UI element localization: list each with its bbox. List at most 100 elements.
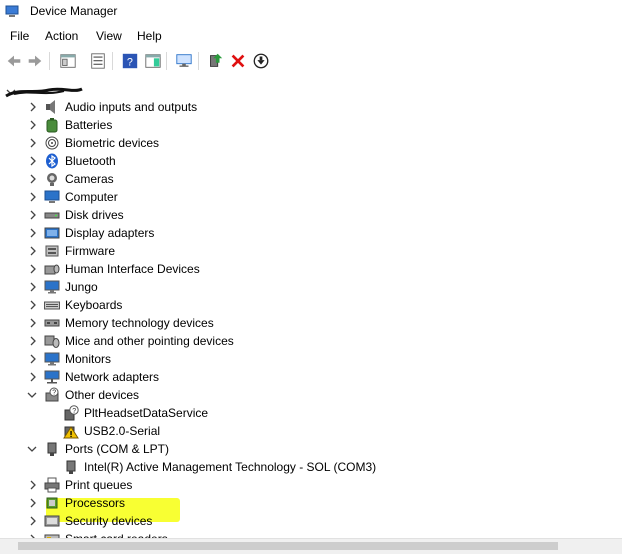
back-icon[interactable] <box>4 51 24 71</box>
computer-icon <box>44 189 60 205</box>
chevron-right-icon[interactable] <box>28 155 38 167</box>
chevron-right-icon[interactable] <box>28 209 38 221</box>
device-manager-icon <box>5 5 19 17</box>
menu-file[interactable]: File <box>10 29 29 43</box>
chevron-right-icon[interactable] <box>28 245 38 257</box>
forward-icon[interactable] <box>25 51 45 71</box>
device-tree[interactable]: Audio inputs and outputs Batteries Biometr… <box>0 78 622 546</box>
chevron-right-icon[interactable] <box>28 497 38 509</box>
menu-view[interactable]: View <box>96 29 122 43</box>
tree-category[interactable]: Cameras <box>0 170 560 188</box>
tree-label: Monitors <box>65 352 112 366</box>
speaker-icon <box>44 99 60 115</box>
keyboard-icon <box>44 297 60 313</box>
tree-category[interactable]: Jungo <box>0 278 560 296</box>
tree-label: Mice and other pointing devices <box>65 334 234 348</box>
help-icon[interactable]: ? <box>120 51 140 71</box>
tree-category[interactable]: Human Interface Devices <box>0 260 560 278</box>
svg-text:?: ? <box>127 57 133 69</box>
chevron-right-icon[interactable] <box>28 263 38 275</box>
chevron-right-icon[interactable] <box>28 191 38 203</box>
firmware-icon <box>44 243 60 259</box>
toolbar-separator <box>198 52 199 70</box>
scrollbar-thumb[interactable] <box>18 542 558 550</box>
tree-label: Keyboards <box>65 298 123 312</box>
chevron-right-icon[interactable] <box>28 281 38 293</box>
tree-category[interactable]: Network adapters <box>0 368 560 386</box>
tree-label: Network adapters <box>65 370 160 384</box>
tree-category[interactable]: Ports (COM & LPT) <box>0 440 560 458</box>
other-devices-icon: ? <box>44 387 60 403</box>
tree-category[interactable]: ? Other devices <box>0 386 560 404</box>
tree-category[interactable]: Batteries <box>0 116 560 134</box>
tree-label: Batteries <box>65 118 113 132</box>
chevron-down-icon[interactable] <box>27 443 37 455</box>
chevron-right-icon[interactable] <box>28 173 38 185</box>
camera-icon <box>44 171 60 187</box>
tree-category[interactable]: Keyboards <box>0 296 560 314</box>
tree-label: Human Interface Devices <box>65 262 200 276</box>
menu-action[interactable]: Action <box>45 29 78 43</box>
chevron-down-icon[interactable] <box>27 389 37 401</box>
tree-category[interactable]: Memory technology devices <box>0 314 560 332</box>
chevron-right-icon[interactable] <box>28 353 38 365</box>
tree-category[interactable]: Mice and other pointing devices <box>0 332 560 350</box>
monitor-icon <box>44 279 60 295</box>
tree-label: Print queues <box>65 478 133 492</box>
disk-icon <box>44 207 60 223</box>
tree-label: Biometric devices <box>65 136 160 150</box>
update-driver-icon[interactable] <box>205 51 225 71</box>
tree-category[interactable]: Processors <box>0 494 560 512</box>
security-icon <box>44 513 60 529</box>
tree-label: Memory technology devices <box>65 316 214 330</box>
properties-icon[interactable] <box>58 51 78 71</box>
tree-device[interactable]: ? PltHeadsetDataService <box>0 404 560 422</box>
tree-category[interactable]: Disk drives <box>0 206 560 224</box>
processor-icon <box>44 495 60 511</box>
horizontal-scrollbar[interactable] <box>0 538 622 554</box>
disable-device-icon[interactable] <box>251 51 271 71</box>
uninstall-device-icon[interactable] <box>228 51 248 71</box>
chevron-right-icon[interactable] <box>28 137 38 149</box>
memory-icon <box>44 315 60 331</box>
title-bar: Device Manager <box>0 0 622 24</box>
tree-category[interactable]: Print queues <box>0 476 560 494</box>
tree-label: Security devices <box>65 514 153 528</box>
tree-category[interactable]: Bluetooth <box>0 152 560 170</box>
chevron-right-icon[interactable] <box>28 317 38 329</box>
tree-device[interactable]: Intel(R) Active Management Technology - … <box>0 458 560 476</box>
scan-hardware-icon[interactable] <box>174 51 194 71</box>
chevron-right-icon[interactable] <box>28 479 38 491</box>
tree-category[interactable]: Computer <box>0 188 560 206</box>
chevron-right-icon[interactable] <box>28 227 38 239</box>
chevron-right-icon[interactable] <box>28 515 38 527</box>
tree-label: Processors <box>65 496 126 510</box>
tree-device[interactable]: USB2.0-Serial <box>0 422 560 440</box>
chevron-right-icon[interactable] <box>28 101 38 113</box>
menu-help[interactable]: Help <box>137 29 162 43</box>
window-title: Device Manager <box>30 4 118 18</box>
unknown-device-icon: ? <box>63 405 79 421</box>
show-hide-icon[interactable] <box>88 51 108 71</box>
tree-category[interactable]: Display adapters <box>0 224 560 242</box>
chevron-right-icon[interactable] <box>28 299 38 311</box>
tree-category[interactable]: Audio inputs and outputs <box>0 98 560 116</box>
toolbar-separator <box>49 52 50 70</box>
tree-label: USB2.0-Serial <box>84 424 161 438</box>
tree-category[interactable]: Monitors <box>0 350 560 368</box>
chevron-right-icon[interactable] <box>28 119 38 131</box>
tree-label: Disk drives <box>65 208 124 222</box>
toolbar-separator <box>166 52 167 70</box>
chevron-right-icon[interactable] <box>28 371 38 383</box>
chevron-right-icon[interactable] <box>28 335 38 347</box>
mouse-icon <box>44 333 60 349</box>
tree-label: Firmware <box>65 244 115 258</box>
tree-category[interactable]: Security devices <box>0 512 560 530</box>
action-pane-icon[interactable] <box>143 51 163 71</box>
tree-category[interactable]: Biometric devices <box>0 134 560 152</box>
tree-label: Jungo <box>65 280 98 294</box>
tree-label: Intel(R) Active Management Technology - … <box>84 460 377 474</box>
tree-category[interactable]: Firmware <box>0 242 560 260</box>
toolbar: ? <box>0 48 622 74</box>
tree-label: Bluetooth <box>65 154 116 168</box>
